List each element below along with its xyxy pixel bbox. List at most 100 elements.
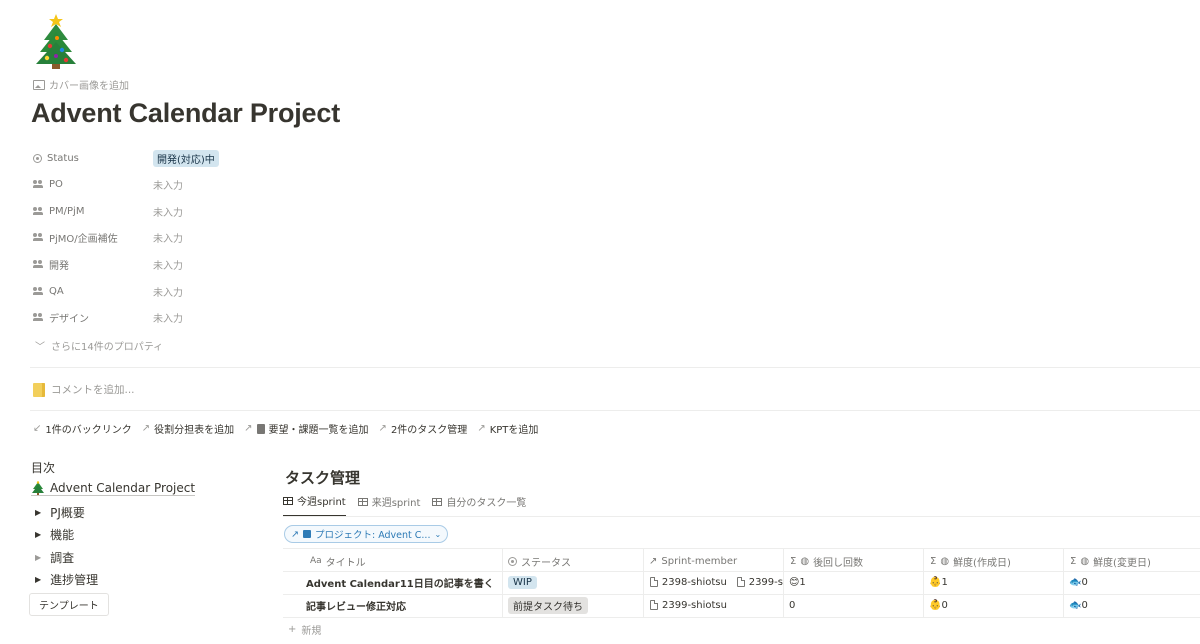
rollup-icon: ◍ bbox=[1080, 555, 1090, 567]
property-status[interactable]: Status 開発(対応)中 bbox=[33, 145, 633, 171]
property-po[interactable]: PO 未入力 bbox=[33, 171, 633, 197]
column-header-fresh-created[interactable]: Σ ◍ 鮮度(作成日) bbox=[930, 552, 1011, 570]
table-row-fresh-updated[interactable]: 🐟0 bbox=[1069, 572, 1088, 592]
add-roles-link[interactable]: ↗ 役割分担表を追加 bbox=[142, 421, 234, 436]
property-dev[interactable]: 開発 未入力 bbox=[33, 251, 633, 277]
sigma-icon: Σ bbox=[790, 555, 797, 567]
project-icon bbox=[302, 530, 311, 538]
toggle-research[interactable]: ▶ 調査 bbox=[35, 549, 74, 566]
tasks-label: 2件のタスク管理 bbox=[390, 425, 468, 436]
project-filter-chip[interactable]: ↗ プロジェクト: Advent C... ⌄ bbox=[284, 525, 449, 543]
property-design[interactable]: デザイン 未入力 bbox=[33, 304, 633, 330]
page-icon bbox=[650, 577, 658, 587]
property-qa[interactable]: QA 未入力 bbox=[33, 278, 633, 304]
toggle-label: PJ概要 bbox=[50, 506, 85, 520]
column-label: ステータス bbox=[521, 557, 571, 569]
table-icon bbox=[432, 497, 443, 506]
column-header-sprint-member[interactable]: ↗ Sprint-member bbox=[649, 552, 737, 570]
property-value[interactable]: 未入力 bbox=[153, 204, 183, 219]
divider bbox=[30, 410, 1200, 411]
divider bbox=[30, 367, 1200, 368]
property-name: PM/PjM bbox=[49, 205, 85, 217]
chevron-down-icon: ⌄ bbox=[434, 529, 442, 539]
plus-icon: + bbox=[288, 624, 297, 635]
people-icon bbox=[33, 313, 44, 321]
add-requests-link[interactable]: ↗ 要望・課題一覧を追加 bbox=[244, 421, 368, 436]
add-kpt-link[interactable]: ↗ KPTを追加 bbox=[477, 421, 538, 436]
arrow-up-right-icon: ↗ bbox=[291, 528, 299, 540]
toggle-pj-overview[interactable]: ▶ PJ概要 bbox=[35, 504, 85, 521]
tab-label: 今週sprint bbox=[297, 497, 346, 508]
toggle-features[interactable]: ▶ 機能 bbox=[35, 526, 74, 543]
backlinks-link[interactable]: ↙ 1件のバックリンク bbox=[33, 421, 132, 436]
add-cover-button[interactable]: カバー画像を追加 bbox=[33, 77, 129, 92]
triangle-right-icon: ▶ bbox=[35, 530, 42, 539]
people-icon bbox=[33, 207, 44, 215]
page-title[interactable]: Advent Calendar Project bbox=[31, 98, 340, 129]
arrow-up-right-icon: ↗ bbox=[141, 423, 151, 434]
table-row-title[interactable]: 記事レビュー修正対応 bbox=[306, 595, 406, 615]
toggle-label: 進捗管理 bbox=[50, 573, 99, 587]
table-row-fresh-updated[interactable]: 🐟0 bbox=[1069, 595, 1088, 615]
rollup-icon: ◍ bbox=[940, 555, 950, 567]
column-header-status[interactable]: ステータス bbox=[508, 552, 571, 570]
toc-heading[interactable]: 目次 bbox=[31, 459, 55, 476]
new-row-label: 新規 bbox=[301, 626, 322, 637]
christmas-tree-icon[interactable] bbox=[30, 10, 86, 70]
divider bbox=[283, 516, 1200, 517]
database-title[interactable]: タスク管理 bbox=[285, 467, 360, 488]
triangle-right-icon: ▶ bbox=[35, 553, 42, 562]
table-row-status[interactable]: WIP bbox=[508, 572, 537, 592]
table-row-fresh-created[interactable]: 👶0 bbox=[929, 595, 948, 615]
people-icon bbox=[33, 180, 44, 188]
tab-label: 来週sprint bbox=[371, 498, 421, 509]
table-row-postpone[interactable]: 0 bbox=[789, 595, 795, 615]
property-value[interactable]: 未入力 bbox=[153, 230, 183, 245]
property-value[interactable]: 未入力 bbox=[153, 310, 183, 325]
column-header-postpone[interactable]: Σ ◍ 後回し回数 bbox=[790, 552, 863, 570]
christmas-tree-icon bbox=[32, 481, 44, 495]
table-row-postpone[interactable]: 😊1 bbox=[789, 572, 806, 592]
comment-input[interactable]: コメントを追加... bbox=[33, 382, 135, 397]
property-value[interactable]: 未入力 bbox=[153, 177, 183, 192]
new-row-button[interactable]: + 新規 bbox=[288, 622, 321, 637]
property-pjmo[interactable]: PjMO/企画補佐 未入力 bbox=[33, 224, 633, 250]
project-link-label: Advent Calendar Project bbox=[50, 481, 196, 495]
table-row-title[interactable]: Advent Calendar11日目の記事を書く bbox=[306, 572, 494, 592]
text-type-icon: Aa bbox=[310, 556, 322, 566]
toggle-progress[interactable]: ▶ 進捗管理 bbox=[35, 571, 98, 588]
column-header-fresh-updated[interactable]: Σ ◍ 鮮度(変更日) bbox=[1070, 552, 1151, 570]
column-label: タイトル bbox=[325, 557, 366, 569]
memo-icon bbox=[256, 423, 265, 434]
template-button[interactable]: テンプレート bbox=[29, 593, 109, 616]
page-icon bbox=[736, 577, 745, 587]
relation-links: ↙ 1件のバックリンク ↗ 役割分担表を追加 ↗ 要望・課題一覧を追加 ↗ 2件のタスク… bbox=[33, 421, 538, 436]
table-row-status[interactable]: 前提タスク待ち bbox=[508, 595, 588, 615]
tab-this-week-sprint[interactable]: 今週sprint bbox=[283, 493, 346, 517]
property-pm[interactable]: PM/PjM 未入力 bbox=[33, 198, 633, 224]
property-name: 開発 bbox=[49, 260, 69, 272]
tab-next-week-sprint[interactable]: 来週sprint bbox=[357, 493, 421, 517]
project-page-link[interactable]: Advent Calendar Project bbox=[31, 481, 196, 496]
property-value[interactable]: 未入力 bbox=[153, 284, 183, 299]
table-row-fresh-created[interactable]: 👶1 bbox=[929, 572, 948, 592]
column-label: 鮮度(作成日) bbox=[953, 557, 1011, 569]
add-cover-label: カバー画像を追加 bbox=[49, 81, 129, 92]
property-value[interactable]: 未入力 bbox=[153, 257, 183, 272]
table-row-members[interactable]: 2398-shiotsu 2399-s bbox=[650, 572, 783, 592]
table-row-members[interactable]: 2399-shiotsu bbox=[650, 595, 727, 615]
tasks-link[interactable]: ↗ 2件のタスク管理 bbox=[379, 421, 468, 436]
people-icon bbox=[33, 287, 44, 295]
property-name: デザイン bbox=[49, 313, 89, 325]
more-properties-toggle[interactable]: ﹀ さらに14件のプロパティ bbox=[35, 338, 163, 353]
chevron-down-icon: ﹀ bbox=[35, 342, 45, 353]
circle-dot-icon bbox=[508, 556, 517, 566]
status-tag[interactable]: 開発(対応)中 bbox=[153, 149, 219, 167]
comment-placeholder: コメントを追加... bbox=[51, 384, 135, 396]
image-icon bbox=[33, 79, 45, 90]
sigma-icon: Σ bbox=[1070, 555, 1077, 567]
tab-my-tasks[interactable]: 自分のタスク一覧 bbox=[432, 493, 526, 517]
backlinks-label: 1件のバックリンク bbox=[45, 425, 132, 436]
kpt-label: KPTを追加 bbox=[489, 425, 539, 436]
column-header-title[interactable]: Aa タイトル bbox=[310, 552, 366, 570]
